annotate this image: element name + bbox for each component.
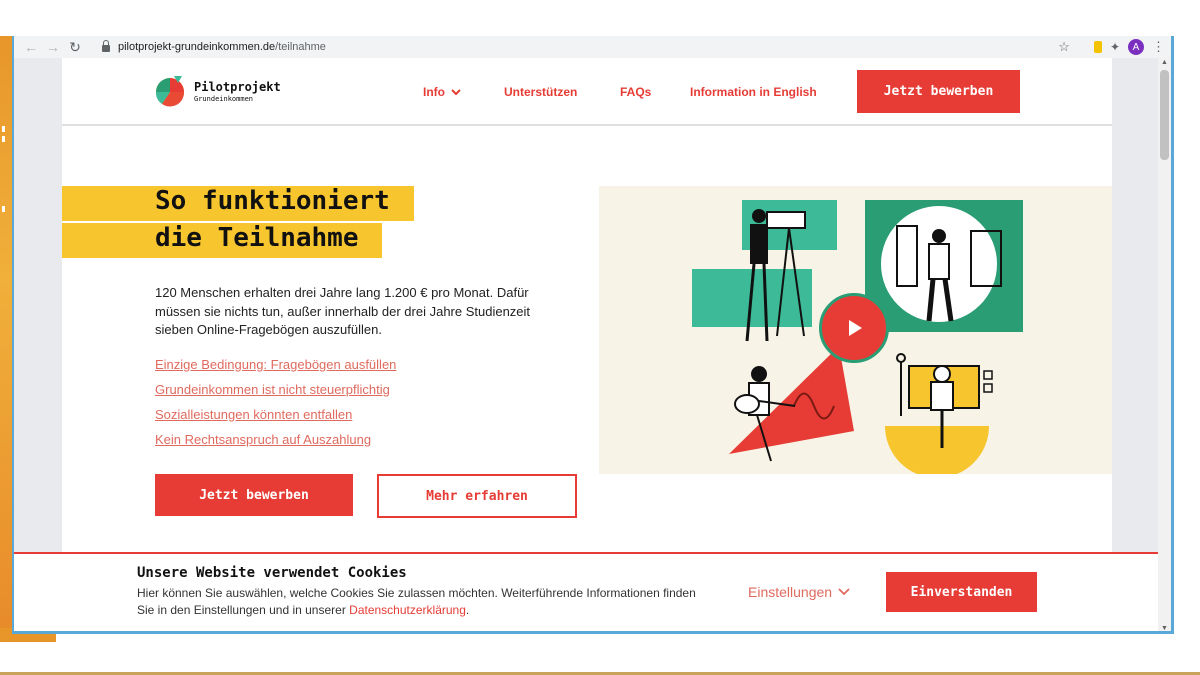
nav-info-label: Info <box>423 85 445 99</box>
cookie-accept-button[interactable]: Einverstanden <box>886 572 1037 612</box>
cookie-settings-label: Einstellungen <box>748 584 833 600</box>
profile-avatar[interactable]: A <box>1128 39 1144 55</box>
link-tax[interactable]: Grundeinkommen ist nicht steuerpflichtig <box>155 382 390 397</box>
learn-more-button[interactable]: Mehr erfahren <box>377 474 577 518</box>
url-path: /teilnahme <box>275 41 326 53</box>
address-bar[interactable]: pilotprojekt-grundeinkommen.de/teilnahme <box>102 38 326 56</box>
star-icon[interactable]: ☆ <box>1058 39 1070 55</box>
desktop-top <box>0 0 1200 36</box>
intro-text: 120 Menschen erhalten drei Jahre lang 1.… <box>155 285 531 337</box>
cookie-text-end: . <box>465 602 470 617</box>
desktop-right <box>1176 36 1200 640</box>
privacy-link[interactable]: Datenschutzerklärung <box>349 603 466 617</box>
scroll-up-icon[interactable]: ▲ <box>1158 58 1171 68</box>
desktop-left-strip <box>0 36 12 640</box>
scroll-thumb[interactable] <box>1160 70 1169 160</box>
nav-faqs[interactable]: FAQs <box>620 85 651 99</box>
link-legal-claim[interactable]: Kein Rechtsanspruch auf Auszahlung <box>155 432 371 447</box>
logo-subtitle: Grundeinkommen <box>194 94 254 103</box>
apply-button[interactable]: Jetzt bewerben <box>155 474 353 516</box>
page-title-line1: So funktioniert <box>155 186 390 216</box>
puzzle-icon[interactable]: ✦ <box>1110 40 1120 54</box>
extension-icon[interactable] <box>1093 41 1102 53</box>
cookie-settings-button[interactable]: Einstellungen <box>748 584 850 600</box>
chevron-down-icon <box>838 588 850 596</box>
scroll-down-icon[interactable]: ▼ <box>1158 624 1171 631</box>
desktop-bottom <box>0 640 1200 675</box>
play-button[interactable] <box>819 293 889 363</box>
page-content: Pilotprojekt Grundeinkommen Info Unterst… <box>62 58 1112 631</box>
lock-icon <box>102 39 110 52</box>
logo[interactable]: Pilotprojekt Grundeinkommen <box>154 75 281 107</box>
menu-icon[interactable]: ⋮ <box>1152 39 1165 55</box>
apply-button-header[interactable]: Jetzt bewerben <box>857 70 1020 113</box>
logo-icon <box>155 76 185 107</box>
link-social-benefits[interactable]: Sozialleistungen könnten entfallen <box>155 407 352 422</box>
cookie-banner: Unsere Website verwendet Cookies Hier kö… <box>14 552 1158 631</box>
forward-icon[interactable]: → <box>42 36 64 58</box>
page-viewport: Pilotprojekt Grundeinkommen Info Unterst… <box>14 58 1158 631</box>
nav-support[interactable]: Unterstützen <box>504 85 577 99</box>
cookie-title: Unsere Website verwendet Cookies <box>137 565 407 581</box>
url-host: pilotprojekt-grundeinkommen.de <box>118 41 276 53</box>
back-icon[interactable]: ← <box>20 36 42 58</box>
site-header: Pilotprojekt Grundeinkommen Info Unterst… <box>62 58 1112 126</box>
nav-info[interactable]: Info <box>423 85 462 99</box>
browser-toolbar: ← → ↻ pilotprojekt-grundeinkommen.de/tei… <box>14 36 1171 58</box>
nav-english[interactable]: Information in English <box>690 85 817 99</box>
cookie-text: Hier können Sie auswählen, welche Cookie… <box>137 585 697 618</box>
logo-title: Pilotprojekt <box>194 79 281 94</box>
chevron-down-icon <box>451 89 462 96</box>
reload-icon[interactable]: ↻ <box>64 36 86 58</box>
page-scrollbar[interactable]: ▲ ▼ <box>1158 58 1171 631</box>
browser-window: ← → ↻ pilotprojekt-grundeinkommen.de/tei… <box>12 36 1174 634</box>
play-icon <box>849 320 862 336</box>
page-title-line2: die Teilnahme <box>155 223 359 253</box>
link-condition[interactable]: Einzige Bedingung: Fragebögen ausfüllen <box>155 357 396 372</box>
